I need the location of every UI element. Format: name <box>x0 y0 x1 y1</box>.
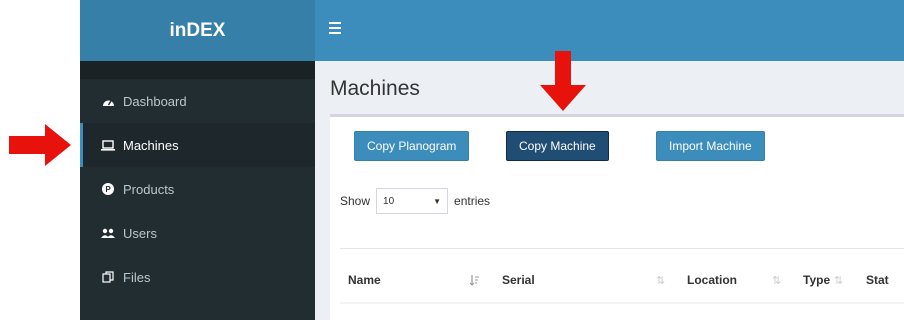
sidebar-item-dashboard[interactable]: Dashboard <box>80 79 315 123</box>
column-header-serial[interactable]: Serial <box>502 258 535 302</box>
sort-icon[interactable]: ⇅ <box>656 258 665 302</box>
hamburger-icon[interactable] <box>329 22 341 34</box>
show-label: Show <box>340 194 371 208</box>
caret-down-icon: ▼ <box>433 196 442 206</box>
sidebar-item-users[interactable]: Users <box>80 211 315 255</box>
sidebar-item-label: Machines <box>123 137 179 153</box>
files-icon <box>101 270 115 284</box>
sidebar-divider <box>80 61 315 79</box>
dashboard-icon <box>101 94 115 108</box>
sidebar: inDEX Dashboard Machines P Products User… <box>80 0 315 320</box>
sidebar-item-label: Dashboard <box>123 93 187 109</box>
brand-logo[interactable]: inDEX <box>80 0 315 61</box>
red-arrow-down-icon <box>540 51 586 111</box>
sort-icon[interactable]: ⇅ <box>772 258 781 302</box>
import-machine-button[interactable]: Import Machine <box>656 131 765 161</box>
column-header-name[interactable]: Name <box>348 258 381 302</box>
top-navbar <box>315 0 904 61</box>
entries-select-value: 10 <box>383 195 395 207</box>
divider <box>340 248 904 249</box>
copy-planogram-button[interactable]: Copy Planogram <box>354 131 470 161</box>
users-icon <box>101 226 115 240</box>
sidebar-item-products[interactable]: P Products <box>80 167 315 211</box>
sort-asc-icon[interactable] <box>470 258 480 302</box>
page-title: Machines <box>330 77 420 100</box>
machines-box: Copy Planogram Copy Machine Import Machi… <box>330 114 904 323</box>
entries-select[interactable]: 10 ▼ <box>376 188 449 214</box>
sidebar-item-label: Users <box>123 225 157 241</box>
sidebar-item-machines[interactable]: Machines <box>80 123 315 167</box>
show-entries-control: Show 10 ▼ entries <box>340 188 490 214</box>
entries-label: entries <box>454 194 491 208</box>
content-area: Machines Copy Planogram Copy Machine Imp… <box>315 61 904 323</box>
laptop-icon <box>101 138 115 152</box>
column-header-type[interactable]: Type <box>803 258 830 302</box>
column-header-location[interactable]: Location <box>687 258 737 302</box>
sidebar-item-label: Products <box>123 181 175 197</box>
products-icon: P <box>101 182 115 196</box>
table-header: Name Serial ⇅ Location ⇅ Type ⇅ Stat <box>340 258 904 304</box>
red-arrow-right-icon <box>9 124 71 166</box>
copy-machine-button[interactable]: Copy Machine <box>506 131 609 161</box>
column-header-status[interactable]: Stat <box>866 258 889 302</box>
sort-icon[interactable]: ⇅ <box>834 258 843 302</box>
svg-text:P: P <box>105 185 111 194</box>
sidebar-item-label: Files <box>123 269 151 285</box>
sidebar-item-files[interactable]: Files <box>80 255 315 299</box>
